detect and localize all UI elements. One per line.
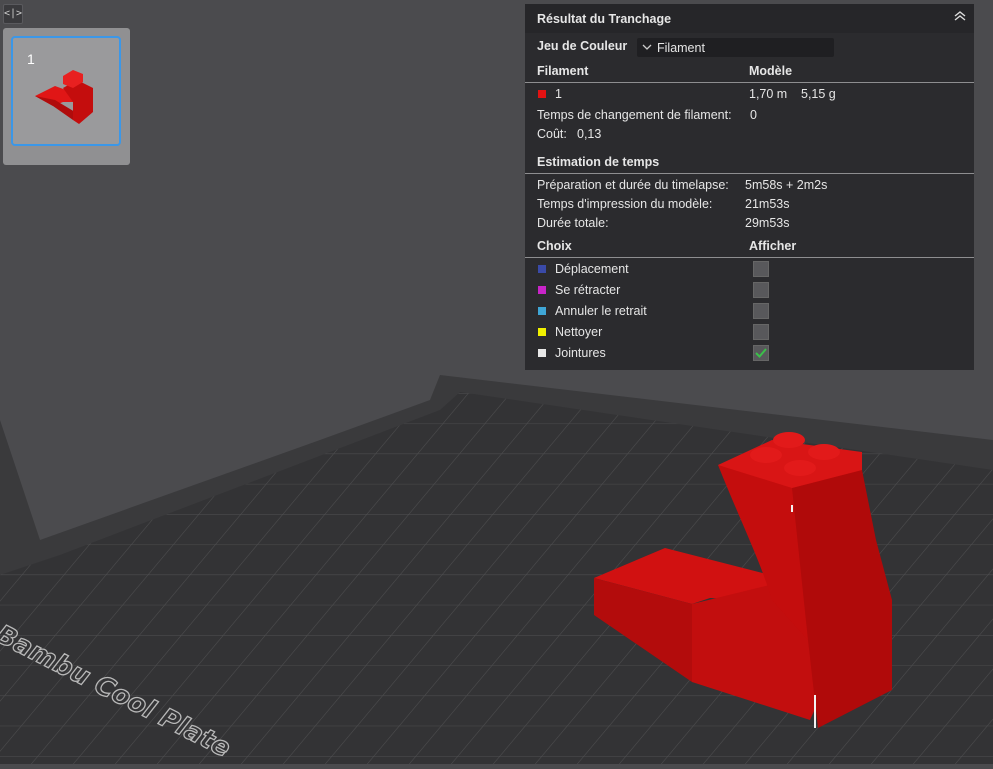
- option-checkbox[interactable]: [753, 261, 769, 277]
- option-color-swatch: [538, 307, 546, 315]
- sidebar-toggle-button[interactable]: <|>: [3, 4, 23, 24]
- option-label: Déplacement: [555, 262, 629, 276]
- option-label: Se rétracter: [555, 283, 621, 297]
- plate-list-panel: 1: [3, 28, 130, 165]
- color-scheme-label: Jeu de Couleur: [537, 39, 628, 53]
- time-estimation-title: Estimation de temps: [537, 155, 660, 169]
- filament-change-value: 0: [750, 108, 757, 122]
- option-color-swatch: [538, 286, 546, 294]
- filament-name: 1: [555, 87, 562, 101]
- filament-color-swatch: [538, 90, 546, 98]
- model-print-time-value: 21m53s: [745, 197, 790, 211]
- option-color-swatch: [538, 349, 546, 357]
- chevron-down-icon: [637, 42, 657, 54]
- filament-length: 1,70 m: [749, 87, 788, 101]
- choice-column-header: Choix: [537, 239, 572, 253]
- checkmark-icon: [755, 348, 767, 358]
- prep-time-value: 5m58s + 2m2s: [745, 178, 828, 192]
- collapse-icon[interactable]: [952, 9, 968, 27]
- option-checkbox[interactable]: [753, 282, 769, 298]
- color-scheme-value: Filament: [657, 40, 705, 55]
- option-color-swatch: [538, 328, 546, 336]
- filament-change-label: Temps de changement de filament:: [537, 108, 732, 122]
- cost-label: Coût:: [537, 127, 567, 141]
- option-label: Jointures: [555, 346, 606, 360]
- model-column-header: Modèle: [749, 64, 793, 78]
- panel-title: Résultat du Tranchage: [537, 11, 672, 26]
- slicing-result-panel: Résultat du Tranchage Jeu de Couleur Fil…: [525, 4, 974, 370]
- filament-column-header: Filament: [537, 64, 589, 78]
- panel-header: Résultat du Tranchage: [525, 4, 974, 33]
- model-print-time-label: Temps d'impression du modèle:: [537, 197, 713, 211]
- plate-number: 1: [27, 51, 35, 67]
- option-color-swatch: [538, 265, 546, 273]
- divider: [525, 82, 974, 83]
- plate-thumbnail[interactable]: 1: [11, 36, 121, 146]
- option-label: Nettoyer: [555, 325, 603, 339]
- plate-preview-icon: [35, 70, 93, 124]
- total-time-label: Durée totale:: [537, 216, 609, 230]
- option-checkbox-checked[interactable]: [753, 345, 769, 361]
- filament-weight: 5,15 g: [801, 87, 836, 101]
- prep-time-label: Préparation et durée du timelapse:: [537, 178, 729, 192]
- total-time-value: 29m53s: [745, 216, 790, 230]
- option-checkbox[interactable]: [753, 303, 769, 319]
- divider: [525, 257, 974, 258]
- color-scheme-select[interactable]: Filament: [637, 38, 834, 57]
- option-checkbox[interactable]: [753, 324, 769, 340]
- divider: [525, 173, 974, 174]
- show-column-header: Afficher: [749, 239, 797, 253]
- option-label: Annuler le retrait: [555, 304, 647, 318]
- cost-value: 0,13: [577, 127, 602, 141]
